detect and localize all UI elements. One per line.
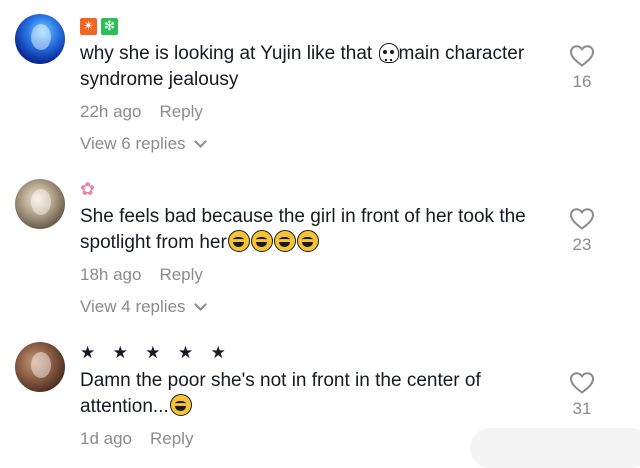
avatar[interactable] [15,179,65,229]
avatar[interactable] [15,342,65,392]
badge-orange-icon: ✴ [80,18,97,35]
grinning-sweat-emoji-icon [296,230,319,252]
comment-timestamp: 1d ago [80,429,132,448]
reply-button[interactable]: Reply [159,102,202,122]
badge-green-icon: ❇ [101,18,118,35]
grinning-sweat-emoji-icon [273,230,296,252]
chevron-down-icon [193,298,207,311]
chevron-down-icon [193,135,207,148]
reply-button[interactable]: Reply [150,429,193,449]
comment-meta: 1d ago Reply [80,429,193,449]
comment-timestamp: 18h ago [80,265,142,284]
rofl-emoji-icon [169,394,192,416]
view-replies-label: View 6 replies [80,134,186,153]
comment-meta: 18h ago Reply [80,265,203,285]
like-button[interactable]: 16 [560,44,604,92]
comment-input-pill[interactable] [470,428,640,468]
view-replies-button[interactable]: View 6 replies [80,134,207,154]
skull-emoji-icon [378,43,399,63]
stars-icon: ★ ★ ★ ★ ★ [80,343,232,363]
user-badges: ✴ ❇ [80,18,118,35]
comment-text: why she is looking at Yujin like that ma… [80,43,525,90]
grinning-sweat-emoji-icon [227,230,250,252]
heart-outline-icon [569,208,595,230]
comment-text: Damn the poor she's not in front in the … [80,370,481,417]
flower-icon: ✿ [80,179,96,200]
like-count: 23 [572,235,592,254]
avatar[interactable] [15,14,65,64]
heart-outline-icon [569,45,595,67]
grinning-sweat-emoji-icon [250,230,273,252]
view-replies-label: View 4 replies [80,297,186,316]
comment-meta: 22h ago Reply [80,102,203,122]
comment-timestamp: 22h ago [80,102,142,121]
comment-text: She feels bad because the girl in front … [80,206,526,253]
user-decoration: ★ ★ ★ ★ ★ [80,343,232,363]
view-replies-button[interactable]: View 4 replies [80,297,207,317]
user-decoration: ✿ [80,180,95,200]
heart-outline-icon [569,372,595,394]
like-count: 31 [572,399,592,418]
like-button[interactable]: 31 [560,371,604,419]
like-count: 16 [572,72,592,91]
reply-button[interactable]: Reply [159,265,202,285]
like-button[interactable]: 23 [560,207,604,255]
